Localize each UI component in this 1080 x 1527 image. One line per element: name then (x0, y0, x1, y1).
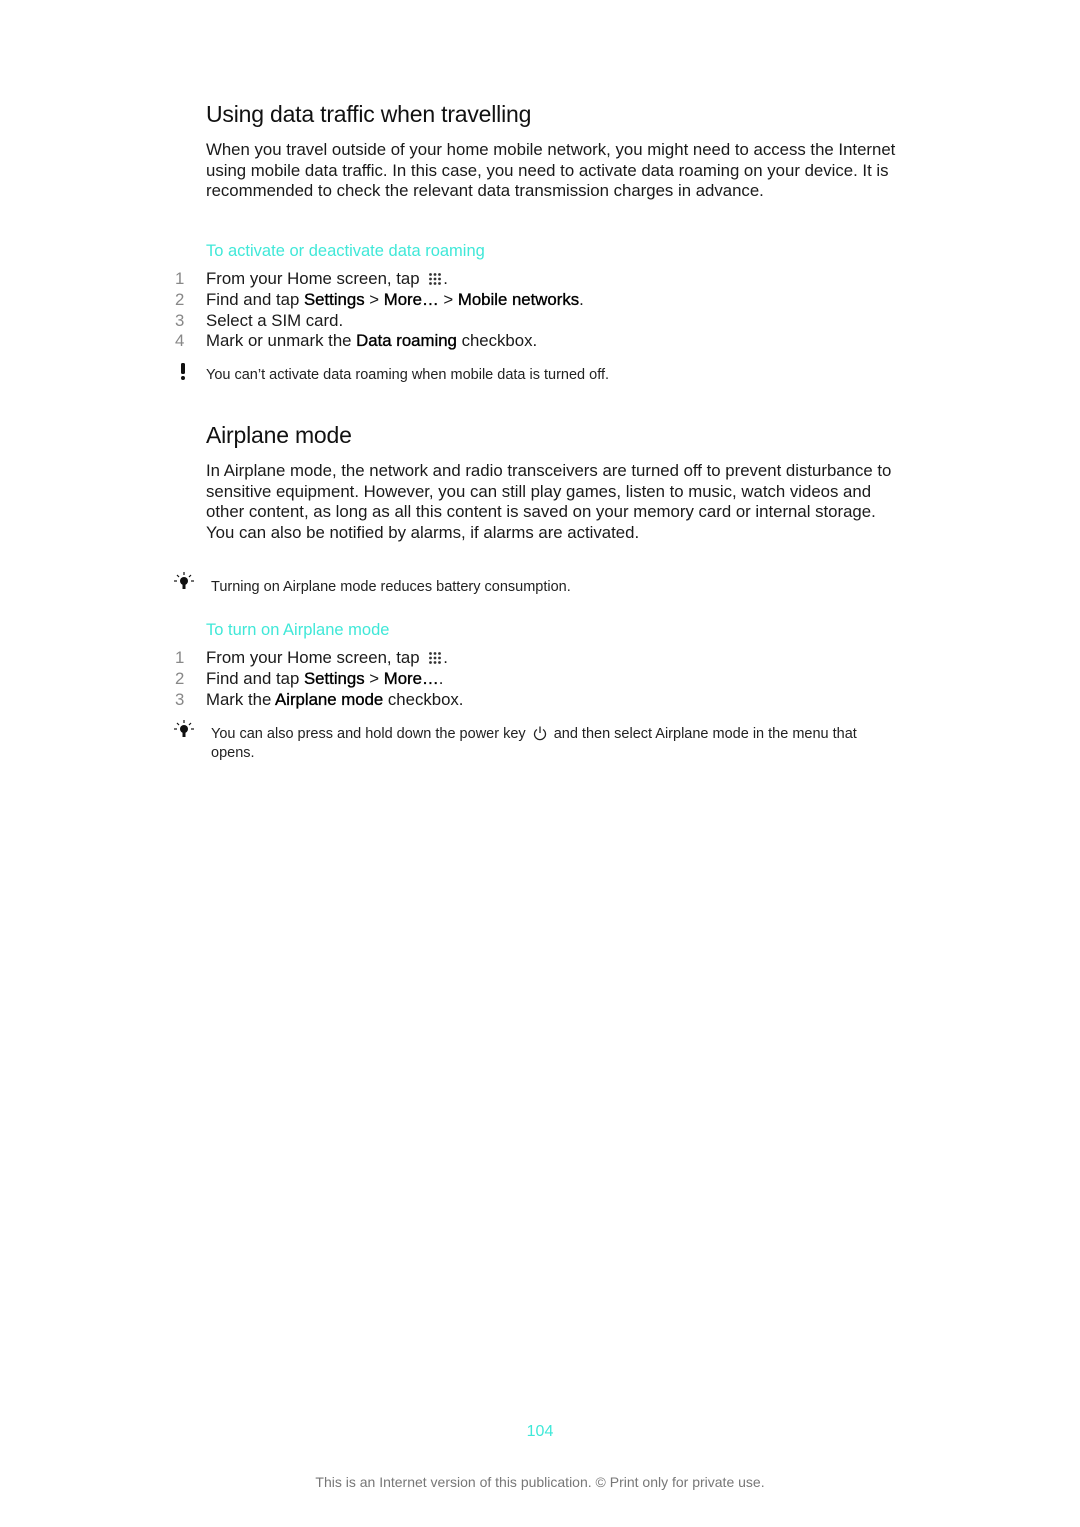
step-item: 3 Mark the Airplane mode checkbox. (175, 690, 464, 709)
tip-note-power-key: You can also press and hold down the pow… (211, 726, 857, 761)
tip-note-battery: Turning on Airplane mode reduces battery… (211, 579, 571, 595)
step-number: 4 (175, 331, 185, 350)
lightbulb-icon (174, 720, 194, 737)
step-number: 1 (175, 269, 185, 288)
step-number: 3 (175, 690, 185, 709)
step-number: 1 (175, 648, 185, 667)
step-item: 2 Find and tap Settings > More… > Mobile … (175, 290, 584, 309)
step-number: 3 (175, 311, 185, 330)
lightbulb-icon (174, 572, 194, 589)
exclamation-icon (181, 363, 185, 380)
ui-term-settings: Settings (303, 290, 365, 309)
step-item: 4 Mark or unmark the Data roaming checkbo… (175, 331, 538, 350)
ui-term-data-roaming: Data roaming (356, 331, 457, 350)
page-number: 104 (526, 1423, 554, 1440)
step-item: 1 From your Home screen, tap . (175, 648, 448, 667)
section-body-data-traffic: When you travel outside of your home mob… (206, 140, 896, 201)
step-item: 3 Select a SIM card. (175, 311, 344, 330)
power-icon (533, 726, 546, 741)
ui-term-airplane-mode: Airplane mode (275, 690, 384, 709)
apps-grid-icon (429, 652, 442, 664)
step-number: 2 (175, 669, 185, 688)
apps-grid-icon (429, 273, 442, 285)
ui-term-settings: Settings (303, 669, 365, 688)
step-item: 2 Find and tap Settings > More…. (175, 669, 444, 688)
ui-term-mobile-networks: Mobile networks (457, 290, 580, 309)
section-body-airplane-mode: In Airplane mode, the network and radio … (206, 461, 892, 543)
procedure-title-airplane-mode: To turn on Airplane mode (206, 621, 390, 639)
procedure-title-data-roaming: To activate or deactivate data roaming (206, 242, 485, 260)
ui-term-more: More… (383, 669, 439, 688)
ui-term-more: More… (383, 290, 439, 309)
step-item: 1 From your Home screen, tap . (175, 269, 448, 288)
step-number: 2 (175, 290, 185, 309)
warning-note: You can’t activate data roaming when mob… (206, 367, 610, 383)
section-title-airplane-mode: Airplane mode (206, 422, 352, 448)
footer-notice: This is an Internet version of this publ… (315, 1474, 765, 1490)
section-title-data-traffic: Using data traffic when travelling (206, 101, 532, 127)
